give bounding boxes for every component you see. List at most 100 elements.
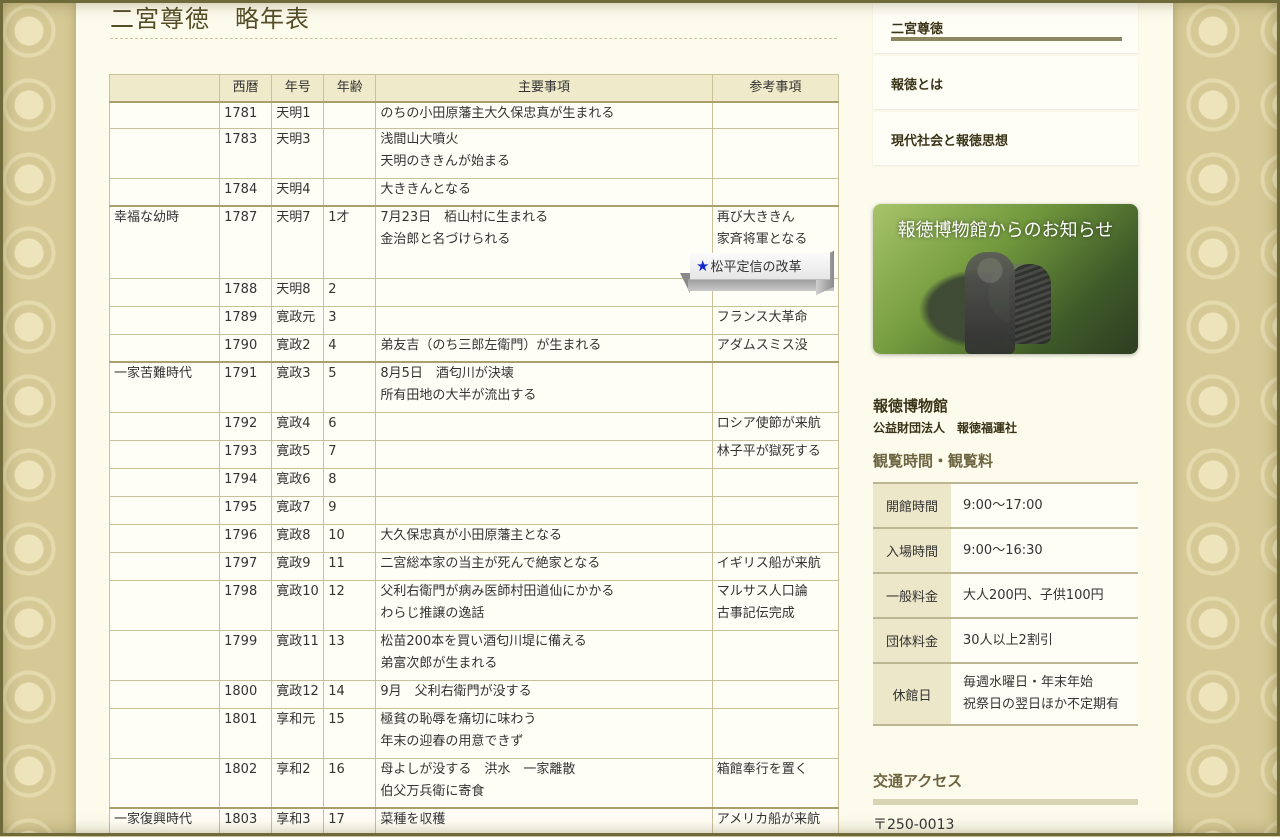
year-cell: 1801 [219,707,273,759]
main-event-cell [375,495,713,525]
info-label: 開館時間 [873,482,951,528]
info-row: 団体料金 30人以上2割引 [873,617,1138,663]
table-body: 1781 天明1 のちの小田原藩主大久保忠真が生まれる 1783 天明3 浅間山大噴火 天明… [108,101,840,837]
era-cell: 寛政2 [271,333,325,363]
column-header: 参考事項 [711,74,840,103]
column-header: 主要事項 [375,74,713,103]
reference-cell [711,629,840,681]
info-value-line: 大人200円、子供100円 [963,587,1104,603]
year-cell: 1787 [219,205,273,279]
statue-firewood-image [1009,264,1051,344]
year-cell: 1800 [219,679,273,709]
cell-line: ロシア使節が来航 [716,415,821,431]
reform-sticker[interactable]: ★松平定信の改革 [680,250,836,296]
reference-cell [711,467,840,497]
cell-line: 所有田地の大半が流出する [380,388,537,403]
table-header-row: 西暦 年号 年齢 主要事項 参考事項 [108,74,840,103]
reference-cell: アダムスミス没 [711,333,840,363]
nav-label: 報徳とは [891,78,944,93]
info-value-line: 9:00～16:30 [963,542,1043,558]
cell-line: 二宮総本家の当主が死んで絶家となる [380,555,601,571]
cell-line: 天明のききんが始まる [380,153,510,169]
reference-cell [711,495,840,525]
cell-line: 母よしが没する 洪水 一家離散 [380,761,576,777]
table-row: 1792 寛政4 6 ロシア使節が来航 [108,411,840,441]
cell-line: 家斉将軍となる [716,232,808,247]
main-event-cell [375,467,713,497]
period-cell: 幸福な幼時 [108,205,221,279]
cell-line: マルサス人口論 [716,583,808,599]
cell-line: 父利右衛門が病み医師村田道仙にかかる [380,583,615,599]
reference-cell [711,127,840,179]
cell-line: 7月23日 栢山村に生まれる [380,210,549,225]
reference-cell [711,101,840,129]
info-row: 休館日 毎週水曜日・年末年始 祝祭日の翌日ほか不定期有 [873,662,1138,726]
period-cell: 一家苦難時代 [108,361,221,413]
info-value: 9:00～17:00 [951,482,1138,528]
table-row: 1793 寛政5 7 林子平が獄死する [108,439,840,469]
age-cell: 1才 [323,205,377,279]
age-cell: 11 [323,551,377,581]
year-cell: 1802 [219,757,273,809]
nav-label: 二宮尊徳 [891,22,944,37]
cell-line: 9月 父利右衛門が没する [380,683,532,699]
cell-line: わらじ推譲の逸話 [380,605,485,621]
nav-item-hotoku[interactable]: 報徳とは [873,56,1138,109]
main-event-cell: 浅間山大噴火 天明のききんが始まる [375,127,713,179]
info-row: 一般料金 大人200円、子供100円 [873,572,1138,618]
cell-line: 再び大ききん [716,210,795,225]
nav-item-modern-society[interactable]: 現代社会と報徳思想 [873,112,1138,165]
period-cell [108,411,221,441]
reference-cell [711,361,840,413]
nav-label: 現代社会と報徳思想 [891,134,1009,149]
cell-line: 弟友吉（のち三郎左衛門）が生まれる [380,337,602,353]
age-cell [323,127,377,179]
cell-line: 菜種を収穫 [380,812,446,827]
cell-line: 金治郎と名づけられる [380,232,511,247]
cell-line: フランス大革命 [716,309,808,325]
era-cell: 寛政5 [271,439,325,469]
year-cell: 1791 [219,361,273,413]
page-title: 二宮尊徳 略年表 [110,2,837,39]
cell-line: 弟富次郎が生まれる [380,655,498,671]
active-indicator [891,37,1122,41]
year-cell: 1797 [219,551,273,581]
info-row: 開館時間 9:00～17:00 [873,482,1138,528]
era-cell: 享和3 [271,807,325,837]
main-event-cell: 極貧の恥辱を痛切に味わう 年末の迎春の用意できず [375,707,713,759]
age-cell: 3 [323,305,377,335]
cell-line: 林子平が獄死する [716,443,821,459]
cell-line: アメリカ船が来航 [716,812,821,827]
year-cell: 1799 [219,629,273,681]
cell-line: アダムスミス没 [716,337,808,353]
column-header: 年齢 [323,74,377,103]
era-cell: 寛政12 [271,679,325,709]
info-value-line: 祝祭日の翌日ほか不定期有 [963,697,1120,712]
table-row: 一家復興時代 1803 享和3 17 菜種を収穫 アメリカ船が来航 [108,807,840,837]
period-cell [108,707,221,759]
info-value: 9:00～16:30 [951,527,1138,573]
nav-item-ninomiya[interactable]: 二宮尊徳 [873,0,1138,53]
chronology-table: 西暦 年号 年齢 主要事項 参考事項 1781 天明1 のちの小田原藩主大久保忠真が生まれる… [108,74,840,837]
info-value: 毎週水曜日・年末年始 祝祭日の翌日ほか不定期有 [951,662,1138,726]
cell-line: 大久保忠真が小田原藩主となる [380,527,562,543]
main-event-cell: 松苗200本を買い酒匂川堤に備える 弟富次郎が生まれる [375,629,713,681]
age-cell: 4 [323,333,377,363]
hours-table: 開館時間 9:00～17:00 入場時間 9:00～16:30 一般料金 大人200円、子… [873,482,1138,726]
table-row: 1802 享和2 16 母よしが没する 洪水 一家離散 伯父万兵衛に寄食 箱館奉行を置く [108,757,840,809]
era-cell: 天明3 [271,127,325,179]
year-cell: 1793 [219,439,273,469]
year-cell: 1796 [219,523,273,553]
main-event-cell: 大ききんとなる [375,177,713,207]
main-event-cell [375,439,713,469]
year-cell: 1792 [219,411,273,441]
age-cell: 5 [323,361,377,413]
reference-cell [711,707,840,759]
table-row: 1798 寛政10 12 父利右衛門が病み医師村田道仙にかかる わらじ推譲の逸話 マルサス… [108,579,840,631]
notice-banner[interactable]: 報徳博物館からのお知らせ [873,204,1138,354]
access-divider [873,799,1138,805]
column-header: 西暦 [219,74,273,103]
era-cell: 天明1 [271,101,325,129]
main-event-cell: 弟友吉（のち三郎左衛門）が生まれる [375,333,713,363]
age-cell: 14 [323,679,377,709]
